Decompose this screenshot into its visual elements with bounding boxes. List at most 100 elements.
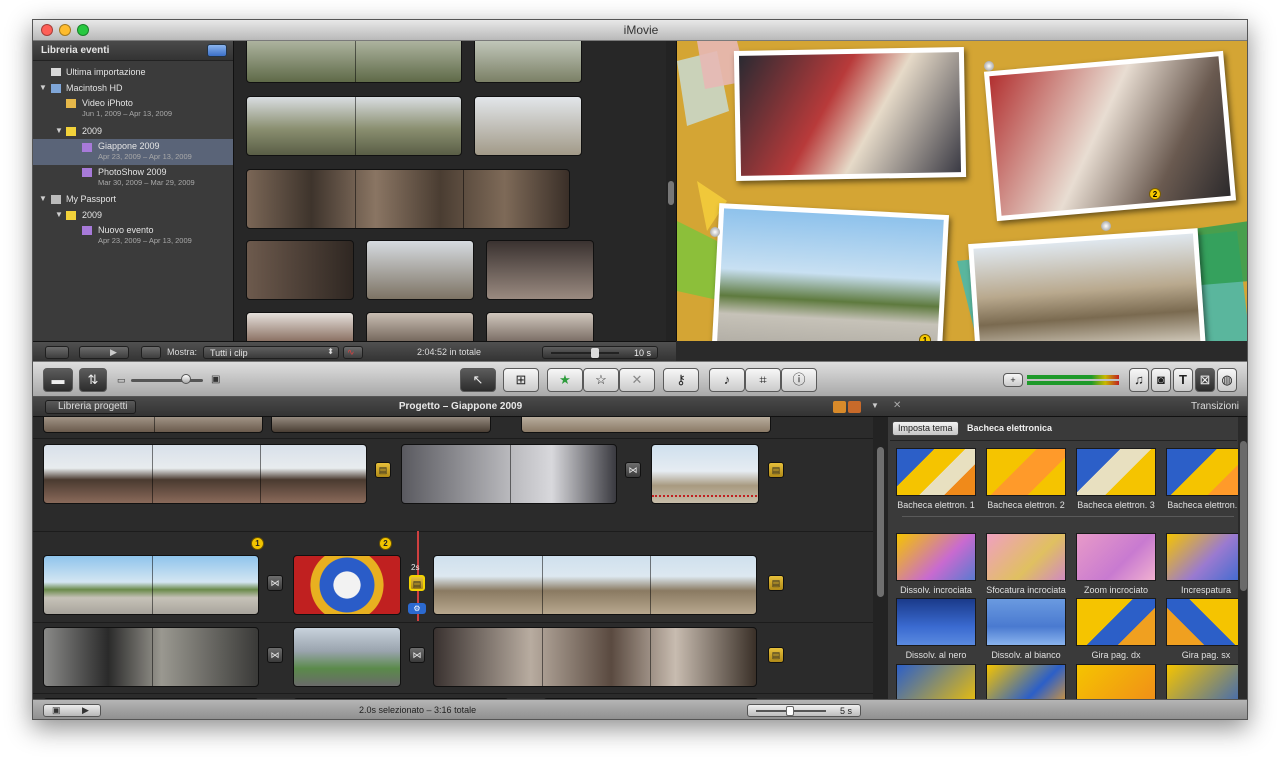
theme-icon[interactable] [833,401,846,413]
transition-tile-page-curl-right[interactable] [1076,598,1156,646]
disclosure-triangle-icon[interactable]: ▼ [39,83,47,92]
project-clip[interactable] [43,555,259,615]
transition-tile-fade-to-black[interactable] [896,598,976,646]
project-clip[interactable] [651,444,759,504]
clip-size-slider[interactable] [131,379,203,382]
cross-dissolve-transition-icon[interactable]: ⋈ [267,575,283,591]
transition-tile[interactable] [896,664,976,699]
transition-tile-fade-to-white[interactable] [986,598,1066,646]
clip-thumbnail[interactable] [474,41,582,83]
show-clips-select[interactable]: Tutti i clip ⬍ [203,346,339,359]
photo-camera-icon[interactable]: ◙ [1151,368,1171,392]
slider-knob[interactable] [786,706,794,716]
project-clip[interactable] [271,417,491,433]
clip-thumbnail[interactable] [246,41,462,83]
tree-item-video-iphoto[interactable]: Video iPhoto Jun 1, 2009 – Apr 13, 2009 [33,98,233,124]
camera-import-icon[interactable]: ▬ [43,368,73,392]
tree-item-photoshow-2009[interactable]: PhotoShow 2009 Mar 30, 2009 – Mar 29, 20… [33,167,233,193]
voiceover-microphone-icon[interactable]: ♪ [709,368,745,392]
crop-icon[interactable]: ⌗ [745,368,781,392]
clip-thumbnail[interactable] [474,96,582,156]
info-icon[interactable]: ⓘ [781,368,817,392]
project-clip[interactable] [43,627,259,687]
add-event-icon[interactable] [45,346,69,359]
transitions-icon[interactable]: ⊠ [1195,368,1215,392]
globe-map-icon[interactable]: ◍ [1217,368,1237,392]
transition-tile[interactable] [1076,664,1156,699]
gear-icon[interactable]: ⚙ [408,603,426,614]
project-clip[interactable] [43,417,263,433]
scrollbar-knob[interactable] [1240,441,1247,591]
clip-thumbnail[interactable] [366,312,474,341]
disclosure-triangle-icon[interactable]: ▼ [55,210,63,219]
favorite-star-icon[interactable]: ★ [547,368,583,392]
transition-tile[interactable] [1166,664,1246,699]
transition-tile[interactable] [986,664,1066,699]
theme-transition-icon[interactable]: ▤ [768,647,784,663]
cross-dissolve-transition-icon[interactable]: ⋈ [625,462,641,478]
tree-item-last-import[interactable]: Ultima importazione [33,67,233,81]
transition-tile-theme-3[interactable] [1076,448,1156,496]
arrow-tool-icon[interactable]: ↖ [460,368,496,392]
transition-tile-page-curl-left[interactable] [1166,598,1246,646]
transition-tile-cross-zoom[interactable] [1076,533,1156,581]
set-theme-button[interactable]: Imposta tema [892,421,959,436]
transition-tile-cross-blur[interactable] [986,533,1066,581]
keyword-icon[interactable]: ⚷ [663,368,699,392]
transition-tile-ripple[interactable] [1166,533,1246,581]
selected-theme-transition-icon[interactable]: ▤ [409,575,425,591]
theme-transition-icon[interactable]: ▤ [768,575,784,591]
clip-thumbnail[interactable] [366,240,474,300]
tree-item-year-2009-passport[interactable]: ▼ 2009 [33,210,233,224]
swap-icon[interactable]: ⇅ [79,368,107,392]
project-clip[interactable] [401,444,617,504]
unmark-star-icon[interactable]: ☆ [583,368,619,392]
project-clip[interactable] [43,444,367,504]
scrollbar-knob[interactable] [668,181,674,205]
clip-thumbnail[interactable] [246,169,570,229]
play-event-button[interactable]: ▶ [79,346,129,359]
audio-meter-icon[interactable]: + [1003,373,1023,387]
clip-thumbnail[interactable] [486,312,594,341]
thumbnail-size-slider[interactable]: 10 s [542,346,658,359]
scrollbar-knob[interactable] [877,447,884,597]
project-clip[interactable] [433,627,757,687]
clip-thumbnail[interactable] [486,240,594,300]
project-clip[interactable] [293,627,401,687]
transition-tile-theme-4[interactable] [1166,448,1246,496]
tree-item-my-passport[interactable]: ▼ My Passport [33,194,233,208]
project-thumbnail-slider[interactable]: 5 s [747,704,861,717]
clip-thumbnail[interactable] [246,96,462,156]
cross-dissolve-transition-icon[interactable]: ⋈ [267,647,283,663]
waveform-icon[interactable]: ∿ [343,346,363,359]
cross-dissolve-transition-icon[interactable]: ⋈ [409,647,425,663]
transition-tile-cross-dissolve[interactable] [896,533,976,581]
disclosure-triangle-icon[interactable]: ▼ [55,126,63,135]
theme-transition-icon[interactable]: ▤ [375,462,391,478]
transitions-scrollbar[interactable] [1238,417,1247,699]
reject-icon[interactable]: ✕ [619,368,655,392]
project-clip[interactable] [433,555,757,615]
theme-transition-icon[interactable]: ▤ [768,462,784,478]
project-clip[interactable] [293,555,401,615]
slider-knob[interactable] [181,374,191,384]
transition-tile-theme-2[interactable] [986,448,1066,496]
event-browser-scrollbar[interactable] [666,41,676,341]
slider-knob[interactable] [591,348,599,358]
music-icon[interactable]: ♫ [1129,368,1149,392]
project-scrollbar[interactable] [873,417,888,699]
tree-item-giappone-2009[interactable]: Giappone 2009 Apr 23, 2009 – Apr 13, 200… [33,139,233,165]
clip-thumbnail[interactable] [246,312,354,341]
play-project-button[interactable]: ▣ ▶ [43,704,101,717]
tree-item-macintosh-hd[interactable]: ▼ Macintosh HD [33,83,233,97]
zoom-search-icon[interactable] [141,346,161,359]
cloud-icon[interactable] [207,44,227,57]
clip-thumbnail[interactable] [246,240,354,300]
theme-icon[interactable] [848,401,861,413]
tree-item-year-2009[interactable]: ▼ 2009 [33,126,233,140]
chevron-down-icon[interactable]: ▼ [871,401,879,410]
close-icon[interactable]: ✕ [893,400,901,411]
project-clip[interactable] [521,417,771,433]
transition-tile-theme-1[interactable] [896,448,976,496]
disclosure-triangle-icon[interactable]: ▼ [39,194,47,203]
